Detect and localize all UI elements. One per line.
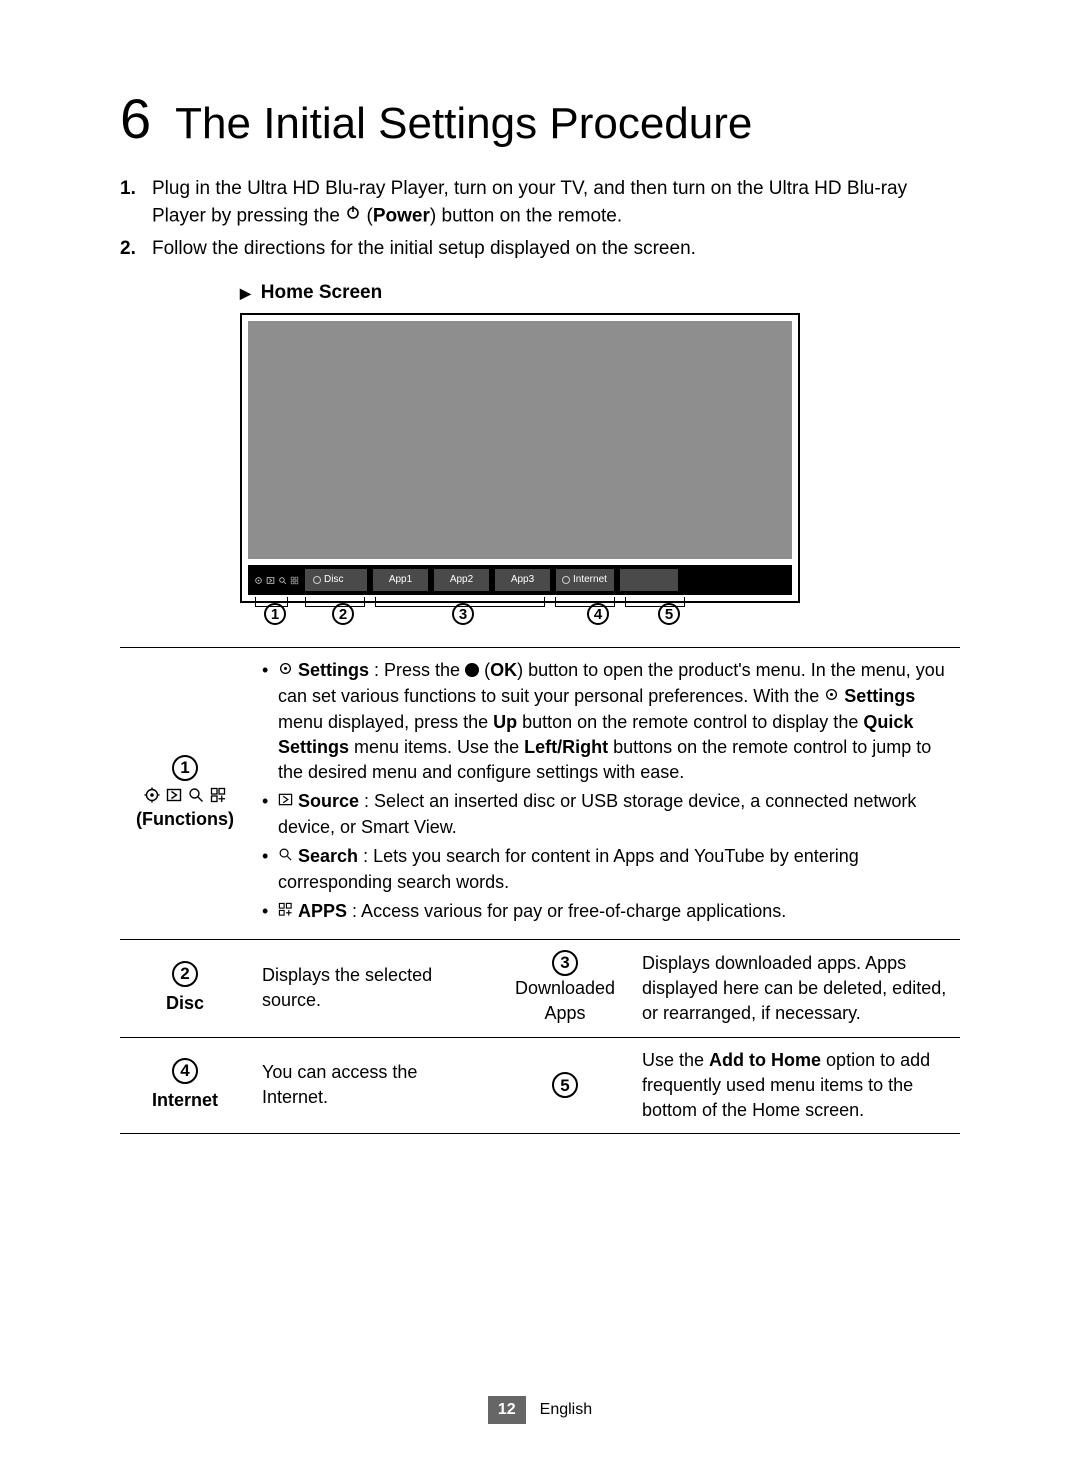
circle-2: 2 bbox=[172, 961, 198, 987]
tile-app3: App3 bbox=[495, 569, 550, 591]
cell-internet-desc: You can access the Internet. bbox=[250, 1037, 500, 1134]
source-icon bbox=[166, 787, 182, 803]
home-screen-heading: ▶ Home Screen bbox=[240, 280, 960, 307]
page-number: 12 bbox=[488, 1396, 526, 1424]
apps-icon bbox=[278, 899, 293, 924]
source-icon bbox=[278, 789, 293, 814]
chapter-header: 6 The Initial Settings Procedure bbox=[120, 80, 960, 158]
cell-downloaded-desc: Displays downloaded apps. Apps displayed… bbox=[630, 940, 960, 1037]
callout-row: 1 2 3 4 5 bbox=[240, 601, 800, 625]
cell-5-label: 5 bbox=[500, 1037, 630, 1134]
steps-list: 1. Plug in the Ultra HD Blu-ray Player, … bbox=[120, 176, 960, 262]
circle-4: 4 bbox=[172, 1058, 198, 1084]
screen-launcher-bar: Disc App1 App2 App3 Internet bbox=[248, 565, 792, 595]
gear-icon bbox=[824, 684, 839, 709]
page-language: English bbox=[540, 1399, 592, 1421]
home-screen-figure: Disc App1 App2 App3 Internet 1 2 3 4 5 bbox=[240, 313, 800, 625]
search-icon bbox=[278, 844, 293, 869]
tile-internet: Internet bbox=[556, 569, 614, 591]
bullet-source: Source : Select an inserted disc or USB … bbox=[262, 789, 948, 840]
screen-content-area bbox=[248, 321, 792, 559]
bullet-apps: APPS : Access various for pay or free-of… bbox=[262, 899, 948, 925]
ok-dot-icon bbox=[465, 663, 479, 677]
search-icon bbox=[278, 576, 287, 585]
step-number: 2. bbox=[120, 236, 142, 263]
source-icon bbox=[266, 576, 275, 585]
apps-icon bbox=[290, 576, 299, 585]
cell-5-desc: Use the Add to Home option to add freque… bbox=[630, 1037, 960, 1134]
step-1-text: Plug in the Ultra HD Blu-ray Player, tur… bbox=[152, 176, 960, 230]
functions-icons-group bbox=[254, 576, 299, 585]
tile-app2: App2 bbox=[434, 569, 489, 591]
bullet-search: Search : Lets you search for content in … bbox=[262, 844, 948, 895]
screen-frame: Disc App1 App2 App3 Internet bbox=[240, 313, 800, 603]
tile-disc: Disc bbox=[305, 569, 367, 591]
step-number: 1. bbox=[120, 176, 142, 230]
apps-icon bbox=[210, 787, 226, 803]
step-2: 2. Follow the directions for the initial… bbox=[120, 236, 960, 263]
gear-icon bbox=[144, 787, 160, 803]
step-2-text: Follow the directions for the initial se… bbox=[152, 236, 696, 263]
tile-app1: App1 bbox=[373, 569, 428, 591]
chapter-number: 6 bbox=[120, 80, 151, 158]
power-icon bbox=[345, 202, 361, 229]
page-footer: 12 English bbox=[0, 1396, 1080, 1424]
gear-icon bbox=[254, 576, 263, 585]
circle-5: 5 bbox=[552, 1072, 578, 1098]
cell-functions-label: 1 (Functions) bbox=[120, 648, 250, 940]
step-1: 1. Plug in the Ultra HD Blu-ray Player, … bbox=[120, 176, 960, 230]
description-table: 1 (Functions) Settings : Press the (OK) … bbox=[120, 647, 960, 1134]
bullet-settings: Settings : Press the (OK) button to open… bbox=[262, 658, 948, 785]
cell-disc-label: 2 Disc bbox=[120, 940, 250, 1037]
functions-icons-row bbox=[132, 787, 238, 803]
chapter-title: The Initial Settings Procedure bbox=[175, 93, 752, 155]
search-icon bbox=[188, 787, 204, 803]
cell-functions-desc: Settings : Press the (OK) button to open… bbox=[250, 648, 960, 940]
triangle-icon: ▶ bbox=[240, 284, 251, 304]
table-row: 2 Disc Displays the selected source. 3 D… bbox=[120, 940, 960, 1037]
disc-icon bbox=[313, 576, 321, 584]
cell-internet-label: 4 Internet bbox=[120, 1037, 250, 1134]
gear-icon bbox=[278, 658, 293, 683]
circle-3: 3 bbox=[552, 950, 578, 976]
circle-1: 1 bbox=[172, 755, 198, 781]
tile-blank bbox=[620, 569, 678, 591]
table-row: 1 (Functions) Settings : Press the (OK) … bbox=[120, 648, 960, 940]
table-row: 4 Internet You can access the Internet. … bbox=[120, 1037, 960, 1134]
cell-downloaded-label: 3 DownloadedApps bbox=[500, 940, 630, 1037]
globe-icon bbox=[562, 576, 570, 584]
cell-disc-desc: Displays the selected source. bbox=[250, 940, 500, 1037]
